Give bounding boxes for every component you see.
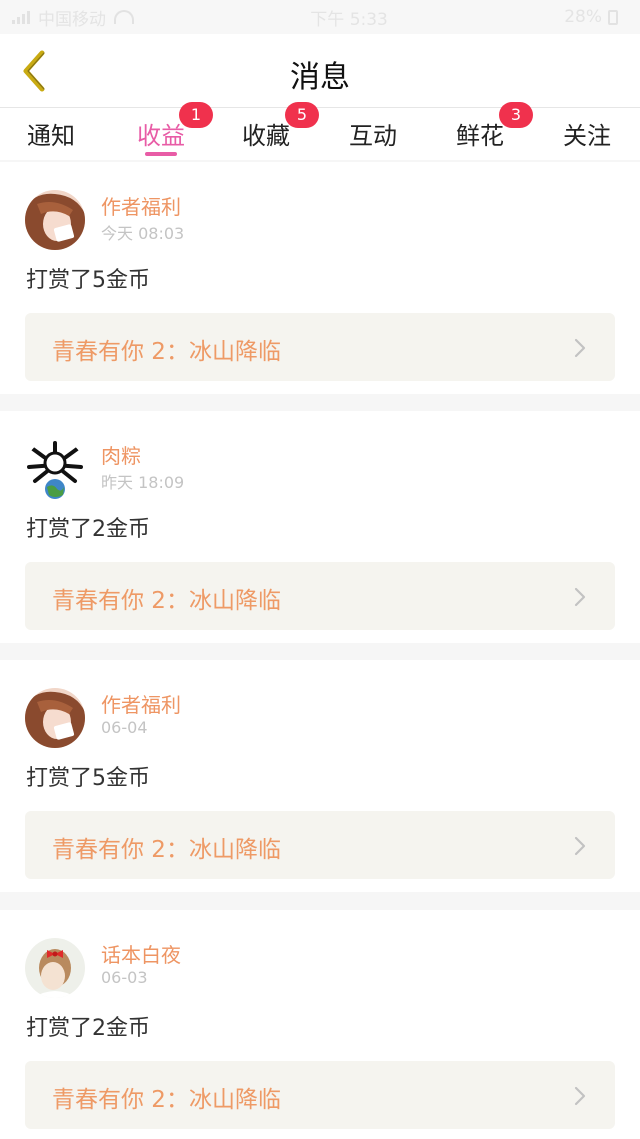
book-link[interactable]: 青春有你 2：冰山降临 (25, 1061, 615, 1129)
avatar[interactable] (25, 190, 85, 250)
sender-name[interactable]: 作者福利 (101, 191, 181, 220)
tab-bar: 通知 收益 1 收藏 5 互动 鲜花 3 关注 (0, 102, 640, 160)
message-time: 06-04 (101, 718, 148, 737)
anime-girl-avatar-image (25, 190, 85, 250)
sender-name[interactable]: 肉粽 (101, 440, 141, 469)
tab-label: 互动 (349, 122, 397, 150)
message-card: 作者福利 今天 08:03 打赏了5金币 青春有你 2：冰山降临 (0, 162, 640, 394)
wifi-icon (114, 10, 134, 24)
avatar[interactable] (25, 938, 85, 998)
tab-notifications[interactable]: 通知 (6, 108, 96, 160)
nav-bar: 消息 (0, 34, 640, 108)
page-title: 消息 (290, 60, 350, 95)
tab-interactions[interactable]: 互动 (328, 108, 418, 160)
message-text: 打赏了5金币 (26, 766, 150, 791)
book-link[interactable]: 青春有你 2：冰山降临 (25, 313, 615, 381)
message-card: 肉粽 昨天 18:09 打赏了2金币 青春有你 2：冰山降临 (0, 411, 640, 643)
anime-girl-avatar-image (25, 688, 85, 748)
status-time: 下午 5:33 (310, 9, 388, 30)
carrier-label: 中国移动 (38, 9, 106, 30)
book-title: 青春有你 2：冰山降临 (52, 837, 281, 863)
book-title: 青春有你 2：冰山降临 (52, 588, 281, 614)
chevron-right-icon (574, 338, 586, 358)
message-card: 作者福利 06-04 打赏了5金币 青春有你 2：冰山降临 (0, 660, 640, 892)
chevron-right-icon (574, 836, 586, 856)
tab-label: 收藏 (242, 122, 290, 150)
unread-badge: 5 (285, 102, 319, 128)
tab-follows[interactable]: 关注 (542, 108, 632, 160)
message-time: 06-03 (101, 968, 148, 987)
book-link[interactable]: 青春有你 2：冰山降临 (25, 811, 615, 879)
book-title: 青春有你 2：冰山降临 (52, 1087, 281, 1113)
message-time: 今天 08:03 (101, 224, 185, 243)
tab-label: 鲜花 (456, 122, 504, 150)
message-card: 话本白夜 06-03 打赏了2金币 青春有你 2：冰山降临 (0, 910, 640, 1139)
book-link[interactable]: 青春有你 2：冰山降临 (25, 562, 615, 630)
signal-icon (12, 10, 30, 24)
chevron-right-icon (574, 587, 586, 607)
message-text: 打赏了5金币 (26, 268, 150, 293)
book-title: 青春有你 2：冰山降临 (52, 339, 281, 365)
avatar[interactable] (25, 688, 85, 748)
tab-flowers[interactable]: 鲜花 3 (435, 102, 533, 160)
girl-with-bow-avatar-image (25, 938, 85, 998)
status-bar: 中国移动 下午 5:33 28% (0, 0, 640, 34)
sender-name[interactable]: 作者福利 (101, 689, 181, 718)
message-text: 打赏了2金币 (26, 1016, 150, 1041)
battery-icon (607, 9, 618, 25)
active-tab-indicator (145, 152, 177, 156)
battery-label: 28% (564, 7, 602, 27)
tab-earnings[interactable]: 收益 1 (116, 102, 213, 160)
message-time: 昨天 18:09 (101, 473, 185, 492)
tab-label: 关注 (563, 122, 611, 150)
unread-badge: 3 (499, 102, 533, 128)
chevron-right-icon (574, 1086, 586, 1106)
status-left: 中国移动 (12, 5, 134, 30)
tab-label: 通知 (27, 122, 75, 150)
sender-name[interactable]: 话本白夜 (101, 939, 181, 968)
status-right: 28% (564, 7, 618, 27)
message-text: 打赏了2金币 (26, 517, 150, 542)
avatar[interactable] (25, 439, 85, 499)
tab-label: 收益 (137, 122, 185, 150)
tab-favorites[interactable]: 收藏 5 (221, 102, 319, 160)
unread-badge: 1 (179, 102, 213, 128)
meme-avatar-image (25, 439, 85, 499)
